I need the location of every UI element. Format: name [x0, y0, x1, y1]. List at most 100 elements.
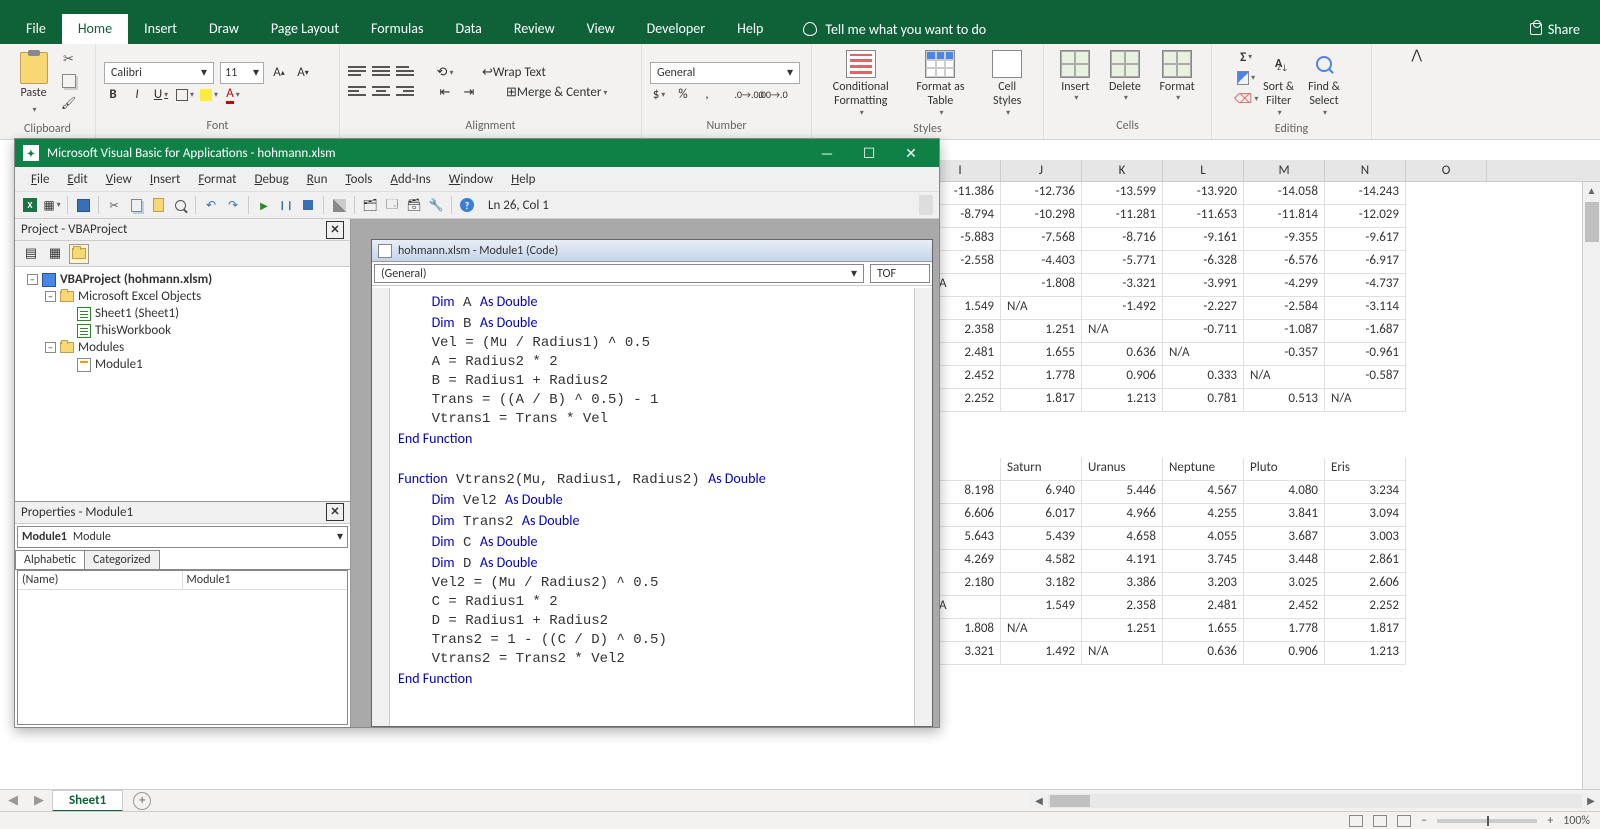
- cell[interactable]: 0.906: [1244, 642, 1325, 665]
- tab-review[interactable]: Review: [498, 14, 571, 44]
- decrease-font-icon[interactable]: A▾: [294, 64, 312, 82]
- properties-grid[interactable]: (Name)Module1: [17, 570, 348, 726]
- ribbon-collapse[interactable]: ⋀: [1372, 44, 1432, 139]
- tab-categorized[interactable]: Categorized: [84, 550, 159, 569]
- cell[interactable]: Eris: [1325, 458, 1406, 481]
- code-object-select[interactable]: (General)▾: [374, 264, 864, 283]
- cell[interactable]: 0.636: [1082, 343, 1163, 366]
- cell[interactable]: 0.513: [1244, 389, 1325, 412]
- hscroll-left-icon[interactable]: ◀: [1030, 794, 1048, 807]
- cell[interactable]: -0.357: [1244, 343, 1325, 366]
- cell[interactable]: -11.653: [1163, 205, 1244, 228]
- merge-center-button[interactable]: ⊞ Merge & Center: [506, 84, 607, 102]
- cell[interactable]: 3.003: [1325, 527, 1406, 550]
- cell[interactable]: -4.403: [1001, 251, 1082, 274]
- project-tree[interactable]: −VBAProject (hohmann.xlsm) −Microsoft Ex…: [15, 267, 350, 501]
- delete-cells-button[interactable]: Delete: [1103, 48, 1147, 117]
- font-size-select[interactable]: 11▾: [220, 62, 264, 84]
- code-window-title[interactable]: hohmann.xlsm - Module1 (Code): [372, 240, 932, 262]
- cut-icon[interactable]: [60, 50, 78, 68]
- vba-paste-icon[interactable]: [149, 196, 167, 214]
- cell[interactable]: 1.655: [1163, 619, 1244, 642]
- format-cells-button[interactable]: Format: [1154, 48, 1201, 117]
- vba-menu-window[interactable]: Window: [441, 170, 501, 189]
- bold-button[interactable]: B: [104, 86, 122, 104]
- toolbox-icon[interactable]: 🔧: [427, 196, 445, 214]
- cell[interactable]: -10.298: [1001, 205, 1082, 228]
- code-scrollbar[interactable]: [914, 288, 932, 726]
- cell[interactable]: -9.617: [1325, 228, 1406, 251]
- cell[interactable]: -12.029: [1325, 205, 1406, 228]
- cell[interactable]: 2.252: [1325, 596, 1406, 619]
- paste-button[interactable]: Paste: [16, 48, 52, 120]
- cell[interactable]: -4.737: [1325, 274, 1406, 297]
- cell[interactable]: 5.439: [1001, 527, 1082, 550]
- vba-cut-icon[interactable]: [105, 196, 123, 214]
- fill-icon[interactable]: [1237, 69, 1255, 87]
- percent-format-icon[interactable]: %: [674, 86, 692, 104]
- cell[interactable]: 1.778: [1244, 619, 1325, 642]
- insert-object-icon[interactable]: ▦: [43, 196, 61, 214]
- view-code-icon[interactable]: ▤: [21, 244, 41, 264]
- vba-maximize-button[interactable]: ☐: [849, 141, 889, 165]
- tab-draw[interactable]: Draw: [193, 14, 255, 44]
- project-close-icon[interactable]: ×: [326, 221, 344, 239]
- tree-thisworkbook[interactable]: ThisWorkbook: [95, 323, 171, 338]
- cell[interactable]: 1.817: [1001, 389, 1082, 412]
- vba-find-icon[interactable]: [171, 196, 189, 214]
- project-pane-title[interactable]: Project - VBAProject ×: [15, 219, 350, 241]
- tab-alphabetic[interactable]: Alphabetic: [15, 550, 85, 569]
- align-left-icon[interactable]: [348, 86, 366, 100]
- clear-icon[interactable]: [1237, 90, 1255, 108]
- cells-grid[interactable]: -11.386-12.736-13.599-13.920-14.058-14.2…: [920, 182, 1582, 665]
- save-icon[interactable]: [74, 196, 92, 214]
- cell[interactable]: 1.213: [1325, 642, 1406, 665]
- cell[interactable]: 4.658: [1082, 527, 1163, 550]
- tab-home[interactable]: Home: [62, 14, 128, 44]
- vba-menu-run[interactable]: Run: [299, 170, 336, 189]
- cell[interactable]: -0.711: [1163, 320, 1244, 343]
- cell[interactable]: -14.243: [1325, 182, 1406, 205]
- cell[interactable]: 3.182: [1001, 573, 1082, 596]
- align-center-icon[interactable]: [372, 86, 390, 100]
- vba-menu-debug[interactable]: Debug: [246, 170, 296, 189]
- vba-menu-insert[interactable]: Insert: [142, 170, 189, 189]
- cell[interactable]: -13.599: [1082, 182, 1163, 205]
- hscroll-thumb[interactable]: [1050, 795, 1090, 807]
- properties-close-icon[interactable]: ×: [326, 503, 344, 521]
- cell[interactable]: 1.778: [1001, 366, 1082, 389]
- cell[interactable]: -3.991: [1163, 274, 1244, 297]
- decrease-indent-icon[interactable]: ⇤: [436, 84, 454, 102]
- cell[interactable]: 1.492: [1001, 642, 1082, 665]
- cell[interactable]: -5.771: [1082, 251, 1163, 274]
- copy-icon[interactable]: [62, 74, 76, 88]
- cell[interactable]: 2.481: [1163, 596, 1244, 619]
- cell[interactable]: N/A: [1082, 642, 1163, 665]
- vba-help-icon[interactable]: ?: [458, 196, 476, 214]
- cell[interactable]: 4.191: [1082, 550, 1163, 573]
- cell[interactable]: 1.655: [1001, 343, 1082, 366]
- cell[interactable]: 1.251: [1082, 619, 1163, 642]
- tell-me-search[interactable]: Tell me what you want to do: [787, 14, 1002, 44]
- cell[interactable]: 4.080: [1244, 481, 1325, 504]
- borders-button[interactable]: [176, 86, 194, 104]
- prop-name-value[interactable]: Module1: [183, 571, 348, 589]
- col-header-N[interactable]: N: [1325, 160, 1406, 181]
- cell[interactable]: 3.841: [1244, 504, 1325, 527]
- cell[interactable]: 5.446: [1082, 481, 1163, 504]
- cell[interactable]: -0.587: [1325, 366, 1406, 389]
- cell[interactable]: Uranus: [1082, 458, 1163, 481]
- align-top-icon[interactable]: [348, 66, 366, 80]
- cell[interactable]: 3.203: [1163, 573, 1244, 596]
- cell[interactable]: 4.255: [1163, 504, 1244, 527]
- vba-run-icon[interactable]: [255, 196, 273, 214]
- code-editor[interactable]: Dim A As Double Dim B As Double Vel = (M…: [390, 288, 914, 726]
- tab-help[interactable]: Help: [721, 14, 779, 44]
- autosum-icon[interactable]: [1237, 48, 1255, 66]
- cell[interactable]: 2.358: [1082, 596, 1163, 619]
- vba-design-mode-icon[interactable]: [330, 196, 348, 214]
- vba-menu-edit[interactable]: Edit: [59, 170, 95, 189]
- cell[interactable]: 1.549: [1001, 596, 1082, 619]
- cell[interactable]: 0.333: [1163, 366, 1244, 389]
- share-button[interactable]: Share: [1510, 14, 1600, 44]
